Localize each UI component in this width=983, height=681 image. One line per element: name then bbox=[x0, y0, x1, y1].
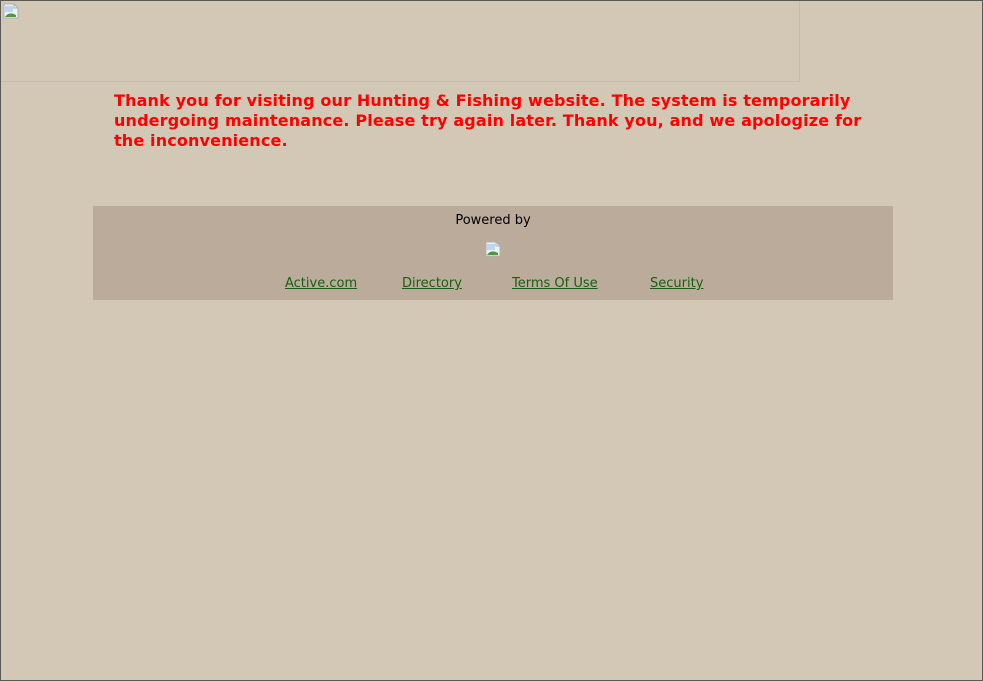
header-banner-image bbox=[1, 1, 800, 82]
link-terms-of-use[interactable]: Terms Of Use bbox=[512, 276, 598, 291]
broken-image-icon bbox=[3, 3, 19, 19]
footer: Powered by Active.com Directory Terms Of… bbox=[93, 206, 893, 300]
powered-by-logo-icon bbox=[485, 241, 501, 257]
maintenance-message: Thank you for visiting our Hunting & Fis… bbox=[114, 91, 862, 150]
powered-by-label: Powered by bbox=[455, 213, 531, 228]
link-security[interactable]: Security bbox=[650, 276, 703, 291]
link-active-com[interactable]: Active.com bbox=[285, 276, 357, 291]
link-directory[interactable]: Directory bbox=[402, 276, 462, 291]
